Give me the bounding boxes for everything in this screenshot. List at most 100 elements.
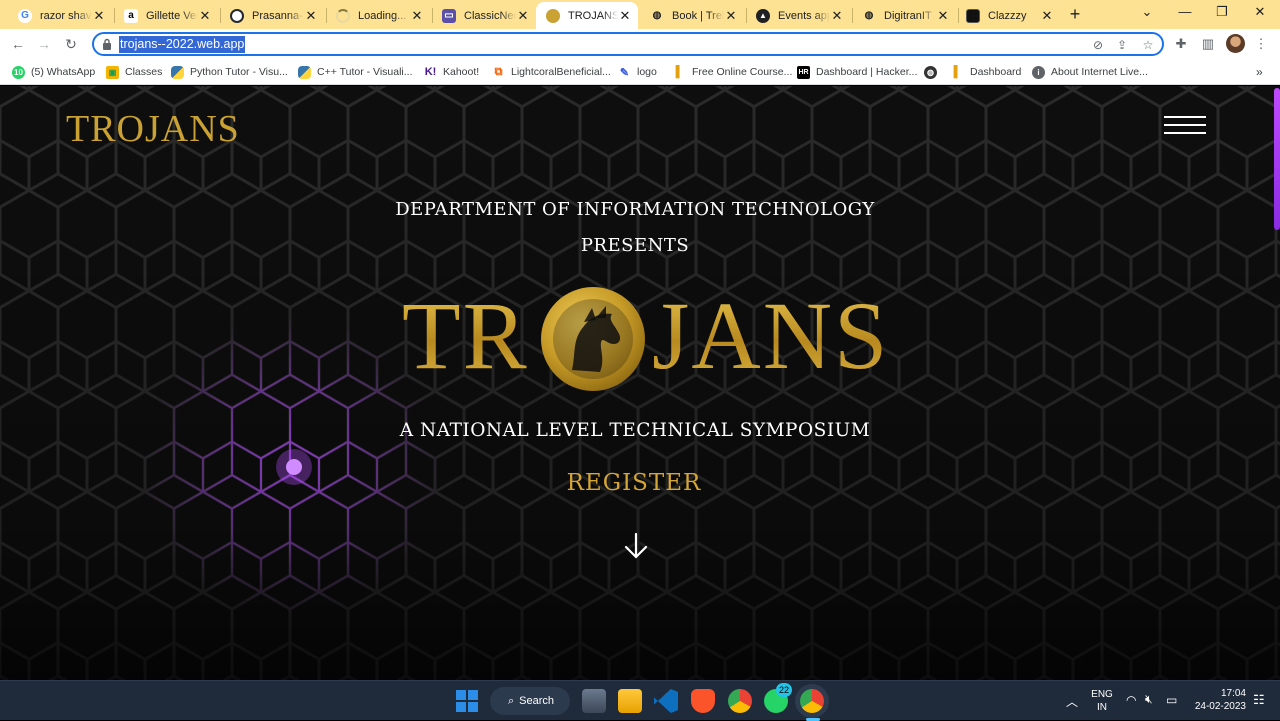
close-icon[interactable]: ✕: [198, 8, 212, 24]
loading-icon: [336, 8, 350, 23]
wifi-icon[interactable]: ◠: [1126, 693, 1136, 707]
show-hidden-icons-icon[interactable]: ︿: [1066, 693, 1078, 710]
globe-icon: ◍: [652, 10, 662, 21]
tab-title: Prasanna-1: [252, 9, 304, 22]
menu-icon[interactable]: ⋮: [1252, 35, 1270, 53]
tab-4[interactable]: Loading... ✕: [326, 2, 430, 29]
scroll-down-arrow-icon[interactable]: [624, 532, 648, 560]
tagline: A NATIONAL LEVEL TECHNICAL SYMPOSIUM: [399, 420, 871, 441]
tab-2[interactable]: a Gillette Ven ✕: [114, 2, 218, 29]
tab-6-active[interactable]: TROJANS | I ✕: [536, 2, 638, 29]
department-line: DEPARTMENT OF INFORMATION TECHNOLOGY: [395, 199, 875, 220]
forward-icon[interactable]: →: [34, 34, 54, 54]
bookmark-item[interactable]: ▌ Dashboard: [951, 64, 1022, 80]
bookmark-item[interactable]: ▌ Free Online Course...: [673, 64, 793, 80]
bookmarks-bar: 10 (5) WhatsApp ▣ Classes Python Tutor - V…: [0, 59, 1280, 85]
close-icon[interactable]: ✕: [92, 8, 106, 24]
tab-3[interactable]: Prasanna-1 ✕: [220, 2, 324, 29]
url-text[interactable]: trojans--2022.web.app: [119, 36, 246, 53]
side-panel-icon[interactable]: ▥: [1199, 35, 1217, 53]
bookmark-item[interactable]: i About Internet Live...: [1032, 64, 1148, 80]
bookmark-item[interactable]: ◍: [924, 64, 943, 80]
trojans-hero-logo: TR JANS: [402, 282, 887, 400]
whatsapp-icon[interactable]: 22: [764, 683, 792, 713]
bookmark-item[interactable]: C++ Tutor - Visuali...: [298, 64, 413, 80]
globe-icon: ◍: [924, 65, 937, 79]
battery-icon[interactable]: ▭: [1166, 693, 1177, 707]
brave-icon[interactable]: [691, 689, 715, 713]
share-icon[interactable]: ⇪: [1114, 37, 1130, 53]
classroom-icon: ▣: [106, 65, 119, 79]
close-icon[interactable]: ✕: [304, 8, 318, 24]
bookmark-item[interactable]: ⧉ LightcoralBeneficial...: [492, 64, 611, 80]
trojans-icon: [546, 8, 560, 23]
hamburger-menu-icon[interactable]: [1164, 112, 1206, 138]
new-tab-button[interactable]: +: [1066, 5, 1084, 23]
tab-title: Clazzzy: [988, 9, 1027, 22]
bookmark-item[interactable]: Python Tutor - Visu...: [171, 64, 288, 80]
reload-icon[interactable]: ↻: [61, 34, 81, 54]
extensions-icon[interactable]: ✚: [1172, 35, 1190, 53]
avatar[interactable]: [1226, 34, 1245, 53]
mute-icon[interactable]: 🔇︎: [1145, 692, 1153, 707]
vscode-icon[interactable]: [654, 689, 678, 713]
search-icon: ⌕: [508, 694, 515, 707]
bookmark-icon: ▌: [675, 66, 684, 78]
horse-emblem-icon: [541, 287, 645, 391]
bookmark-item[interactable]: K! Kahoot!: [424, 64, 480, 80]
tab-search-icon[interactable]: ⌄: [1138, 4, 1156, 20]
close-icon[interactable]: ✕: [830, 8, 844, 24]
tab-1[interactable]: G razor shavin ✕: [8, 2, 112, 29]
close-window-icon[interactable]: ✕: [1251, 4, 1269, 20]
kahoot-icon: K!: [424, 66, 437, 78]
lock-icon: [103, 38, 111, 50]
tab-title: Events app: [778, 9, 830, 22]
close-icon[interactable]: ✕: [936, 8, 950, 24]
close-icon[interactable]: ✕: [410, 8, 424, 24]
maximize-icon[interactable]: ❐: [1213, 4, 1231, 20]
file-explorer-icon[interactable]: [618, 689, 642, 713]
tab-8[interactable]: ▲ Events app ✕: [746, 2, 850, 29]
close-icon[interactable]: ✕: [724, 8, 738, 24]
amazon-icon: a: [124, 8, 138, 23]
register-button[interactable]: REGISTER: [534, 470, 734, 496]
scroll-indicator[interactable]: [1274, 88, 1280, 230]
globe-icon: ◍: [864, 10, 874, 21]
close-icon[interactable]: ✕: [1040, 8, 1054, 24]
whatsapp-icon: 10: [12, 65, 25, 79]
notification-icon[interactable]: ☷: [1253, 692, 1265, 708]
notification-badge: 22: [776, 683, 792, 697]
task-view-icon[interactable]: [582, 689, 606, 713]
more-bookmarks-icon[interactable]: »: [1256, 64, 1263, 80]
tab-title: Loading...: [358, 9, 407, 22]
hackerrank-icon: HR: [797, 65, 810, 79]
pen-icon: ✎: [619, 66, 630, 79]
blocked-icon[interactable]: ⊘: [1090, 37, 1106, 53]
language-indicator[interactable]: ENG IN: [1091, 688, 1113, 714]
windows-start-icon[interactable]: [456, 690, 478, 712]
star-icon[interactable]: ☆: [1140, 37, 1156, 53]
app-icon: ▲: [756, 8, 770, 23]
address-bar[interactable]: trojans--2022.web.app ⊘ ⇪ ☆: [92, 32, 1164, 56]
bookmark-item[interactable]: 10 (5) WhatsApp: [12, 64, 95, 80]
bookmark-item[interactable]: HR Dashboard | Hacker...: [797, 64, 917, 80]
chrome-icon[interactable]: [728, 689, 752, 713]
minimize-icon[interactable]: —: [1176, 4, 1194, 19]
tab-7[interactable]: ◍ Book | Trek ✕: [640, 2, 744, 29]
close-icon[interactable]: ✕: [618, 8, 632, 24]
tab-9[interactable]: ◍ DigitranIT ✕: [852, 2, 956, 29]
close-icon[interactable]: ✕: [516, 8, 530, 24]
taskbar-search[interactable]: ⌕ Search: [490, 687, 570, 715]
tab-5[interactable]: ▭ ClassicNeem ✕: [432, 2, 536, 29]
bookmark-item[interactable]: ✎ logo: [618, 64, 657, 80]
tab-10[interactable]: Clazzzy ✕: [956, 2, 1060, 29]
back-icon[interactable]: ←: [8, 34, 28, 54]
site-logo[interactable]: TROJANS: [66, 103, 239, 150]
tab-title: ClassicNeem: [464, 9, 516, 22]
chrome-active-icon[interactable]: [800, 689, 824, 713]
replit-icon: ⧉: [494, 65, 503, 78]
tab-title: DigitranIT: [884, 9, 932, 22]
clock[interactable]: 17:04 24-02-2023: [1192, 687, 1246, 713]
browser-toolbar: ← → ↻ trojans--2022.web.app ⊘ ⇪ ☆ ✚ ▥ ⋮: [0, 29, 1280, 59]
bookmark-item[interactable]: ▣ Classes: [106, 64, 162, 80]
